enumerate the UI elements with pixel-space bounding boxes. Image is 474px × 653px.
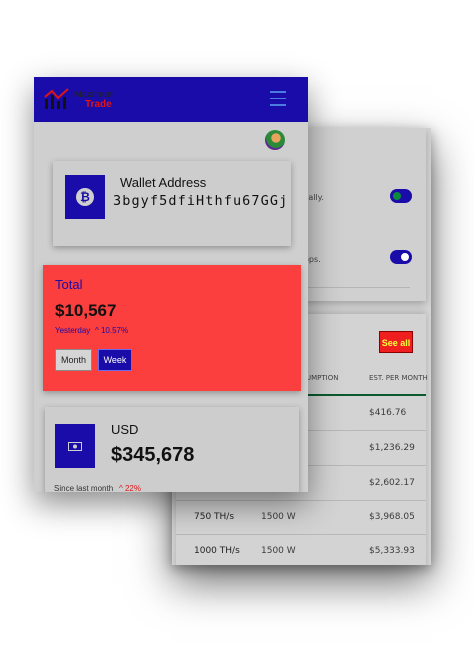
menu-icon[interactable] <box>270 91 286 106</box>
divider <box>292 287 410 288</box>
column-header-est-per-month: EST. PER MONTH <box>369 374 428 382</box>
wallet-card: ₿ Wallet Address 3bgyf5dfiHthfu67GGj <box>53 161 291 246</box>
top-navbar: Maximum Trade <box>34 77 308 122</box>
toggle-switch-2[interactable] <box>390 250 412 264</box>
usd-card: USD $345,678 Since last month ^ 22% <box>45 407 299 492</box>
month-button[interactable]: Month <box>55 349 92 371</box>
usd-value: $345,678 <box>111 444 195 466</box>
bitcoin-tile: ₿ <box>65 175 105 219</box>
cash-icon <box>68 442 82 451</box>
toggle-switch-1[interactable] <box>390 189 412 203</box>
logo-text-trade: Trade <box>85 99 112 110</box>
total-card: Total $10,567 Yesterday ^ 10.57% Month W… <box>43 265 301 391</box>
total-change: ^ 10.57% <box>95 326 129 335</box>
total-period: Yesterday <box>55 326 91 335</box>
usd-period: Since last month <box>54 484 114 492</box>
wallet-address-label: Wallet Address <box>120 175 207 190</box>
usd-change: ^ 22% <box>119 484 141 492</box>
total-label: Total <box>55 277 83 292</box>
front-phone-screen: Maximum Trade ₿ Wallet Address 3bgyf5dfi… <box>34 77 308 492</box>
avatar[interactable] <box>265 130 285 150</box>
week-button[interactable]: Week <box>98 349 132 371</box>
cash-tile <box>55 424 95 468</box>
table-row: 750 TH/s 1500 W $3,968.05 <box>176 500 426 535</box>
chart-logo-icon <box>44 88 69 109</box>
see-all-button[interactable]: See all <box>379 331 413 353</box>
wallet-address-value: 3bgyf5dfiHthfu67GGj <box>113 193 289 209</box>
logo-text-maximum: Maximum <box>74 89 116 99</box>
bitcoin-icon: ₿ <box>76 188 94 206</box>
column-header-consumption: UMPTION <box>306 374 339 382</box>
table-row: 1000 TH/s 1500 W $5,333.93 <box>176 534 426 565</box>
total-value: $10,567 <box>55 301 117 320</box>
usd-label: USD <box>111 422 139 437</box>
